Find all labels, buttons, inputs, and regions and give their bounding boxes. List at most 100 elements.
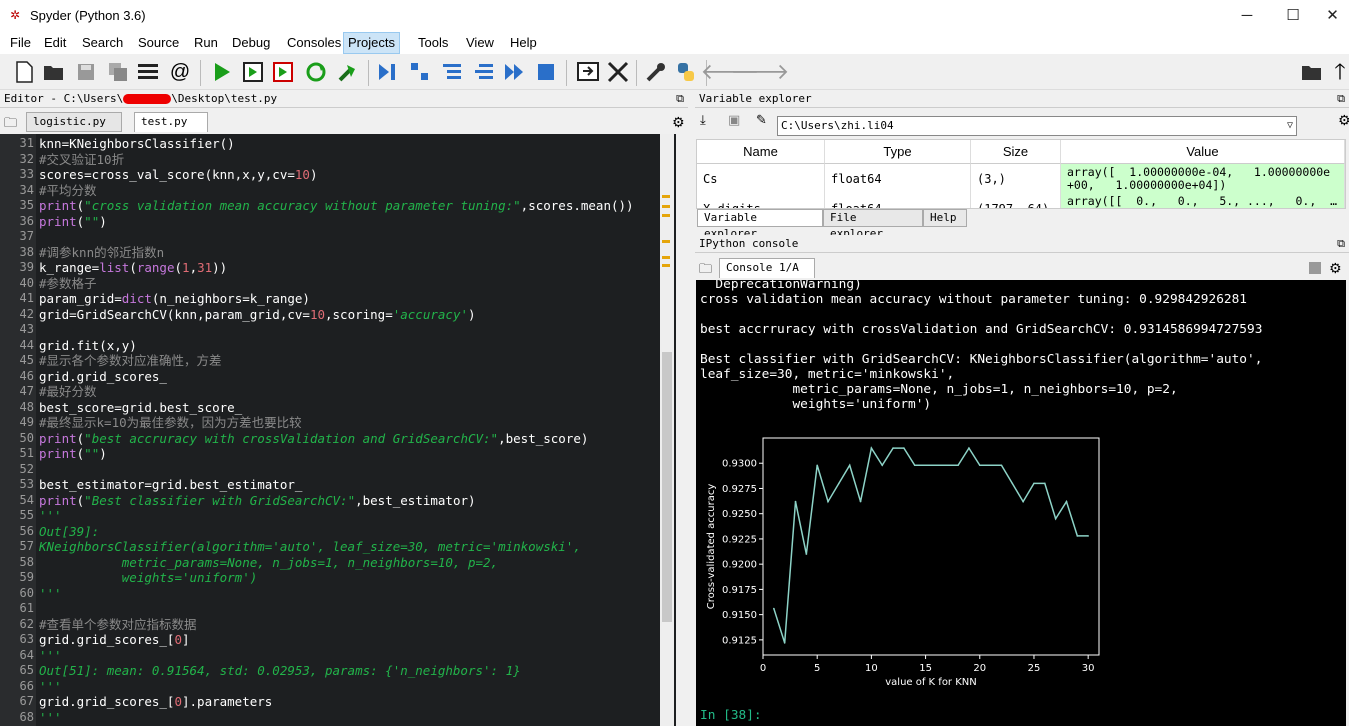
menu-source[interactable]: Source — [136, 35, 181, 50]
undock-icon[interactable]: ⧉ — [1337, 90, 1345, 108]
menu-edit[interactable]: Edit — [42, 35, 68, 50]
line-number: 48 — [19, 399, 34, 414]
maximize-pane-icon[interactable] — [576, 60, 600, 84]
preferences-wrench-icon[interactable] — [644, 60, 668, 84]
variable-size: (1797, 64) — [971, 194, 1061, 208]
save-as-icon[interactable]: ✎ — [756, 112, 767, 128]
stop-debug-icon[interactable] — [534, 60, 558, 84]
column-header-type[interactable]: Type — [825, 140, 971, 164]
data-point — [978, 464, 981, 467]
configure-run-icon[interactable] — [336, 60, 360, 84]
run-cell-icon[interactable] — [242, 60, 266, 84]
column-header-size[interactable]: Size — [971, 140, 1061, 164]
code-text: #最终显示k=10为最佳参数，因为方差也要比较 — [39, 415, 302, 430]
working-directory-input[interactable]: C:\Users\zhi.li04 ▽ — [777, 116, 1297, 136]
menu-help[interactable]: Help — [508, 35, 539, 50]
undock-icon[interactable]: ⧉ — [676, 90, 684, 108]
browse-tabs-icon[interactable]: 🗀 — [4, 114, 17, 136]
line-number: 67 — [19, 694, 34, 708]
menu-projects[interactable]: Projects — [343, 32, 400, 54]
at-icon[interactable]: @ — [168, 60, 192, 84]
forward-arrow-icon[interactable]: 🡒 — [731, 60, 790, 84]
tab-file-explorer[interactable]: File explorer — [823, 209, 923, 240]
import-data-icon[interactable]: ⤓ — [700, 112, 706, 128]
pane-splitter[interactable] — [688, 90, 694, 726]
code-token: grid.fit(x,y) — [39, 337, 137, 353]
variable-name[interactable]: Cs — [697, 164, 825, 194]
save-data-icon[interactable]: ▣ — [728, 112, 740, 128]
line-number: 39 — [19, 260, 34, 274]
stop-kernel-icon[interactable] — [1309, 262, 1321, 274]
code-token: 1 — [182, 260, 190, 275]
code-token: #调参knn的邻近指数n — [39, 244, 165, 260]
variable-value[interactable]: array([ 1.00000000e-04, 1.00000000e +00,… — [1061, 164, 1345, 194]
code-token: #显示各个参数对应准确性，方差 — [39, 353, 222, 368]
variable-size: (3,) — [971, 164, 1061, 194]
code-text: k_range=list(range(1,31)) — [39, 260, 227, 275]
menu-consoles[interactable]: Consoles — [285, 35, 343, 50]
variable-explorer-header: Variable explorer ⧉ — [695, 90, 1349, 108]
gear-icon[interactable]: ⚙ — [1329, 260, 1342, 277]
code-token: grid.grid_scores_[ — [39, 694, 175, 709]
line-number: 60 — [19, 585, 34, 600]
tab-logistic-py[interactable]: logistic.py✕ — [26, 112, 122, 147]
chevron-down-icon[interactable]: ▽ — [1287, 117, 1293, 135]
plot-frame — [762, 437, 1100, 656]
new-file-icon[interactable] — [12, 60, 36, 84]
browse-tabs-icon[interactable]: 🗀 — [699, 260, 712, 282]
run-cell-advance-icon[interactable] — [272, 60, 296, 84]
console-tab-bar: 🗀 Console 1/A✕ ⚙ — [695, 256, 1349, 293]
tab-help[interactable]: Help — [923, 209, 967, 227]
code-token: ) — [309, 167, 318, 182]
code-token: print — [39, 446, 77, 461]
code-text: grid=GridSearchCV(knn,param_grid,cv=10,s… — [39, 307, 476, 322]
step-icon[interactable] — [408, 60, 432, 84]
debug-icon[interactable] — [376, 60, 400, 84]
minimize-button[interactable]: ─ — [1224, 4, 1270, 28]
menu-debug[interactable]: Debug — [230, 35, 272, 50]
column-header-name[interactable]: Name — [697, 140, 825, 164]
code-text: ''' — [39, 508, 62, 523]
menu-file[interactable]: File — [8, 35, 33, 50]
tab-test-py[interactable]: test.py✕ — [134, 112, 208, 147]
code-text: grid.grid_scores_ — [39, 369, 167, 384]
gear-icon[interactable]: ⚙ — [1338, 112, 1349, 129]
variable-name[interactable]: X_digits — [697, 194, 825, 208]
code-text: scores=cross_val_score(knn,x,y,cv=10) — [39, 167, 317, 182]
y-tick-label: 0.9175 — [722, 585, 757, 596]
step-into-icon[interactable] — [440, 60, 464, 84]
menu-search[interactable]: Search — [80, 35, 125, 50]
maximize-button[interactable]: ☐ — [1270, 4, 1316, 28]
menu-tools[interactable]: Tools — [416, 35, 450, 50]
undock-icon[interactable]: ⧉ — [1337, 235, 1345, 253]
browse-folder-icon[interactable] — [1300, 60, 1324, 84]
line-number: 43 — [19, 322, 34, 336]
tab-variable-explorer[interactable]: Variable explorer — [697, 209, 823, 240]
python-path-icon[interactable] — [674, 60, 698, 84]
fullscreen-icon[interactable] — [606, 60, 630, 84]
rerun-icon[interactable] — [304, 60, 328, 84]
save-all-icon[interactable] — [106, 60, 130, 84]
line-number: 41 — [19, 291, 34, 305]
close-button[interactable]: ✕ — [1316, 4, 1349, 28]
continue-icon[interactable] — [502, 60, 526, 84]
code-text: best_score=grid.best_score_ — [39, 400, 242, 415]
code-token: weights='uniform') — [39, 570, 258, 585]
tab-console-1a[interactable]: Console 1/A✕ — [719, 258, 815, 293]
gear-icon[interactable]: ⚙ — [672, 114, 685, 131]
run-icon[interactable] — [210, 60, 234, 84]
list-icon[interactable] — [136, 60, 160, 84]
step-return-icon[interactable] — [472, 60, 496, 84]
menu-run[interactable]: Run — [192, 35, 220, 50]
column-header-value[interactable]: Value — [1061, 140, 1345, 164]
save-icon[interactable] — [74, 60, 98, 84]
up-arrow-icon[interactable]: 🡑 — [1328, 60, 1349, 84]
variable-value[interactable]: array([[ 0., 0., 5., ..., 0., … — [1061, 194, 1345, 208]
open-folder-icon[interactable] — [42, 60, 66, 84]
code-token: ) — [468, 306, 476, 322]
editor-scroll-thumb[interactable] — [662, 352, 672, 622]
editor-header-path: \Desktop\test.py — [171, 92, 278, 105]
code-editor[interactable]: 31 knn=KNeighborsClassifier() 32 #交叉验证10折 33… — [0, 134, 676, 726]
menu-view[interactable]: View — [464, 35, 496, 50]
code-token: scores=cross_val_score(knn,x,y,cv= — [39, 167, 295, 182]
